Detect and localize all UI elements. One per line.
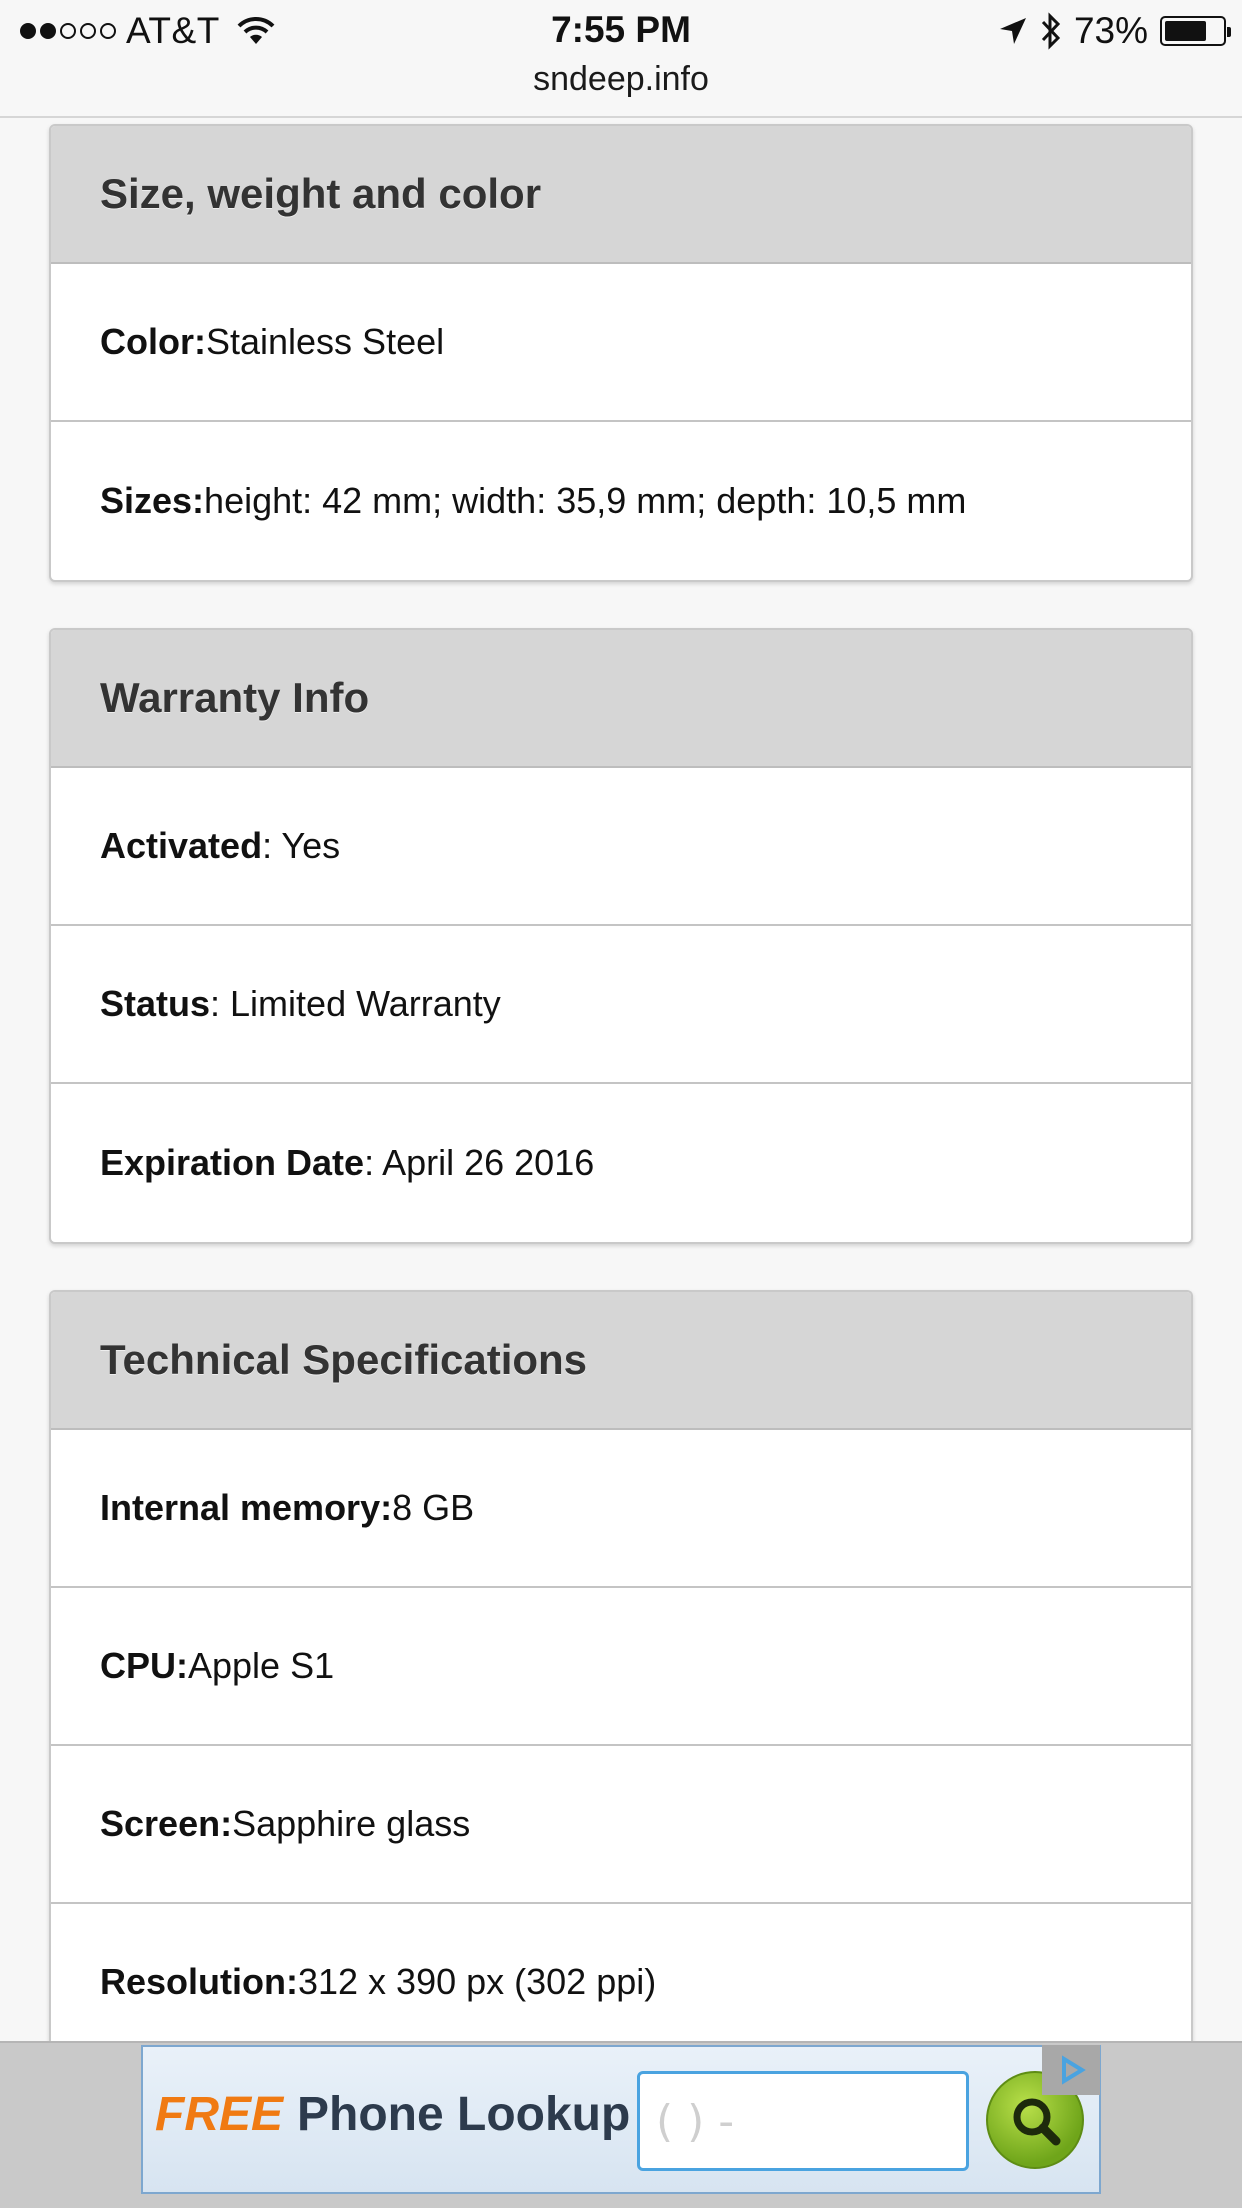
section-title: Technical Specifications [51, 1292, 1191, 1430]
battery-percent: 73% [1073, 10, 1148, 51]
address-bar-url[interactable]: sndeep.info [0, 60, 1242, 99]
spec-row: Resolution: 312 x 390 px (302 ppi) [51, 1904, 1191, 2062]
spec-label: Activated [100, 825, 263, 866]
spec-value: 312 x 390 px (302 ppi) [297, 1961, 657, 2002]
spec-label: Screen: [100, 1803, 233, 1844]
section-title: Warranty Info [51, 630, 1191, 768]
card-technical-specifications: Technical Specifications Internal memory… [49, 1290, 1193, 2062]
spec-value: Apple S1 [188, 1645, 335, 1686]
spec-label: Resolution: [100, 1961, 298, 2002]
spec-label: CPU: [100, 1645, 188, 1686]
spec-row: Internal memory: 8 GB [51, 1430, 1191, 1588]
section-title: Size, weight and color [51, 126, 1191, 264]
spec-row: Sizes: height: 42 mm; width: 35,9 mm; de… [51, 422, 1191, 580]
phone-lookup-ad[interactable]: FREE Phone Lookup ( ) - [141, 2045, 1101, 2194]
status-right: 73% [998, 10, 1231, 52]
spec-value: 8 GB [392, 1487, 475, 1528]
ad-choices-icon[interactable] [1042, 2045, 1100, 2095]
spec-row: Activated: Yes [51, 768, 1191, 926]
spec-value: Sapphire glass [232, 1803, 471, 1844]
spec-value: : Limited Warranty [210, 983, 501, 1024]
spec-value: : Yes [262, 825, 341, 866]
battery-icon [1160, 16, 1231, 46]
spec-row: Screen: Sapphire glass [51, 1746, 1191, 1904]
spec-value: : April 26 2016 [364, 1142, 595, 1183]
spec-label: Expiration Date [100, 1142, 365, 1183]
spec-value: height: 42 mm; width: 35,9 mm; depth: 10… [204, 480, 967, 521]
spec-row: CPU: Apple S1 [51, 1588, 1191, 1746]
spec-label: Internal memory: [100, 1487, 393, 1528]
spec-row: Expiration Date: April 26 2016 [51, 1084, 1191, 1242]
location-arrow-icon [999, 18, 1026, 44]
play-triangle-icon [1062, 2055, 1086, 2085]
spec-label: Sizes: [100, 480, 205, 521]
card-size-weight-color: Size, weight and color Color: Stainless … [49, 124, 1193, 582]
bluetooth-icon [1041, 12, 1061, 50]
spec-label: Status [100, 983, 211, 1024]
card-warranty-info: Warranty Info Activated: Yes Status: Lim… [49, 628, 1193, 1244]
ad-free-label: FREE [155, 2088, 284, 2141]
spec-value: Stainless Steel [205, 321, 445, 362]
spec-row: Color: Stainless Steel [51, 264, 1191, 422]
ad-phone-input[interactable]: ( ) - [637, 2071, 969, 2171]
spec-row: Status: Limited Warranty [51, 926, 1191, 1084]
ad-title: Phone Lookup [297, 2088, 631, 2141]
status-bar: AT&T 7:55 PM sndeep.info 73% [0, 0, 1242, 118]
spec-label: Color: [100, 321, 206, 362]
